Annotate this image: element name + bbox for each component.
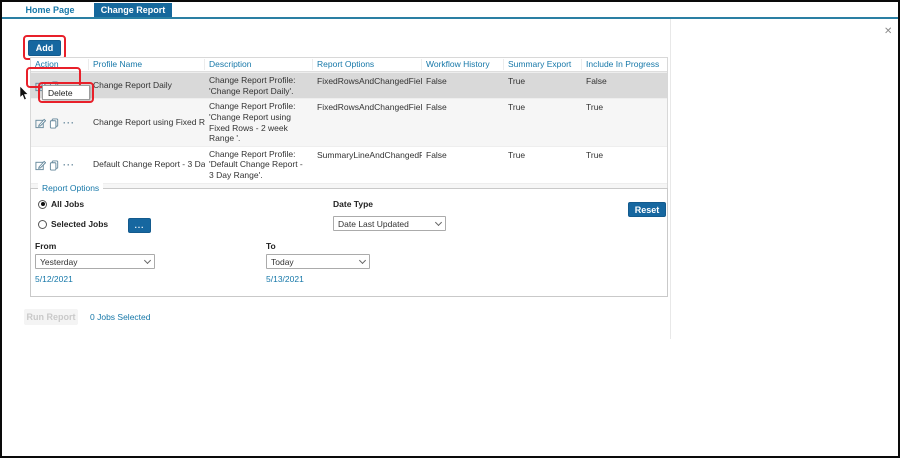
- profile-name: Default Change Report - 3 Day Range: [93, 159, 205, 170]
- to-value: Today: [271, 256, 294, 267]
- close-icon[interactable]: ✕: [884, 26, 892, 37]
- from-label: From: [35, 241, 57, 251]
- summary-export-value: True: [508, 102, 526, 113]
- description: Change Report Profile: 'Default Change R…: [209, 148, 303, 180]
- selected-jobs-radio[interactable]: [38, 219, 47, 229]
- copy-icon[interactable]: [49, 160, 60, 171]
- date-type-value: Date Last Updated: [338, 218, 409, 229]
- report-options-legend: Report Options: [38, 183, 104, 193]
- col-header-workflow-history[interactable]: Workflow History: [422, 59, 504, 70]
- to-label: To: [266, 241, 276, 251]
- col-header-profile-name[interactable]: Profile Name: [89, 59, 205, 70]
- summary-export-value: True: [508, 149, 526, 160]
- date-type-dropdown[interactable]: Date Last Updated: [333, 216, 446, 231]
- report-options-panel: Report Options All Jobs Selected Jobs ..…: [30, 183, 668, 297]
- table-row[interactable]: ··· Default Change Report - 3 Day Range …: [31, 145, 667, 183]
- content-right-divider: [670, 19, 671, 339]
- report-options-value: FixedRowsAndChangedFields: [317, 102, 422, 113]
- report-options-value: SummaryLineAndChangedFields: [317, 149, 422, 160]
- tab-underline: [2, 17, 898, 19]
- to-date: 5/13/2021: [266, 274, 304, 284]
- tab-change-report[interactable]: Change Report: [94, 3, 172, 17]
- all-jobs-radio[interactable]: [38, 199, 47, 209]
- action-cell: ···: [31, 147, 89, 183]
- run-report-button[interactable]: Run Report: [24, 309, 78, 325]
- table-row[interactable]: ··· Change Report using Fixed Rows - 2 w…: [31, 98, 667, 146]
- edit-icon[interactable]: [35, 160, 46, 171]
- table-row[interactable]: ··· Change Report Daily Change Report Pr…: [31, 72, 667, 99]
- chevron-down-icon: [143, 256, 152, 264]
- selected-jobs-option: Selected Jobs: [38, 219, 108, 229]
- edit-icon[interactable]: [35, 118, 46, 129]
- more-actions-icon[interactable]: ···: [63, 119, 75, 128]
- summary-export-value: True: [508, 76, 526, 86]
- tab-home-page[interactable]: Home Page: [10, 3, 90, 17]
- col-header-summary-export[interactable]: Summary Export: [504, 59, 582, 70]
- selected-jobs-label: Selected Jobs: [51, 219, 109, 229]
- include-in-progress-value: True: [586, 102, 604, 113]
- all-jobs-option: All Jobs: [38, 199, 84, 209]
- from-value: Yesterday: [40, 256, 78, 267]
- profile-name: Change Report using Fixed Rows - 2 wee: [93, 117, 205, 128]
- all-jobs-label: All Jobs: [51, 199, 85, 209]
- workflow-history-value: False: [426, 102, 447, 113]
- workflow-history-value: False: [426, 149, 447, 160]
- action-cell: ···: [31, 99, 89, 146]
- add-button[interactable]: Add: [28, 40, 61, 56]
- select-jobs-ellipsis-button[interactable]: ...: [128, 218, 151, 233]
- more-actions-icon[interactable]: ···: [63, 161, 75, 170]
- profile-name: Change Report Daily: [93, 80, 172, 91]
- mouse-cursor: [19, 85, 29, 106]
- copy-icon[interactable]: [49, 117, 60, 129]
- table-header-row: Action Profile Name Description Report O…: [31, 58, 667, 72]
- col-header-include-in-progress[interactable]: Include In Progress: [582, 59, 667, 70]
- tab-bar: Home Page Change Report: [2, 2, 898, 17]
- description: Change Report Profile: 'Change Report us…: [209, 101, 296, 144]
- change-report-window: Home Page Change Report ✕ Add Action Pro…: [0, 0, 900, 458]
- report-options-value: FixedRowsAndChangedFields: [317, 76, 422, 86]
- from-dropdown[interactable]: Yesterday: [35, 254, 155, 269]
- chevron-down-icon: [358, 256, 367, 264]
- description: Change Report Profile: 'Change Report Da…: [209, 75, 296, 96]
- reset-button[interactable]: Reset: [628, 202, 666, 217]
- jobs-selected-link[interactable]: 0 Jobs Selected: [90, 312, 150, 322]
- workflow-history-value: False: [426, 76, 447, 86]
- col-header-report-options[interactable]: Report Options: [313, 59, 422, 70]
- col-header-description[interactable]: Description: [205, 59, 313, 70]
- chevron-down-icon: [434, 218, 443, 226]
- from-date: 5/12/2021: [35, 274, 73, 284]
- date-type-label: Date Type: [333, 199, 373, 209]
- include-in-progress-value: True: [586, 149, 604, 160]
- include-in-progress-value: False: [586, 76, 607, 86]
- delete-menu-item[interactable]: Delete: [42, 85, 90, 100]
- col-header-action[interactable]: Action: [31, 59, 89, 70]
- to-dropdown[interactable]: Today: [266, 254, 370, 269]
